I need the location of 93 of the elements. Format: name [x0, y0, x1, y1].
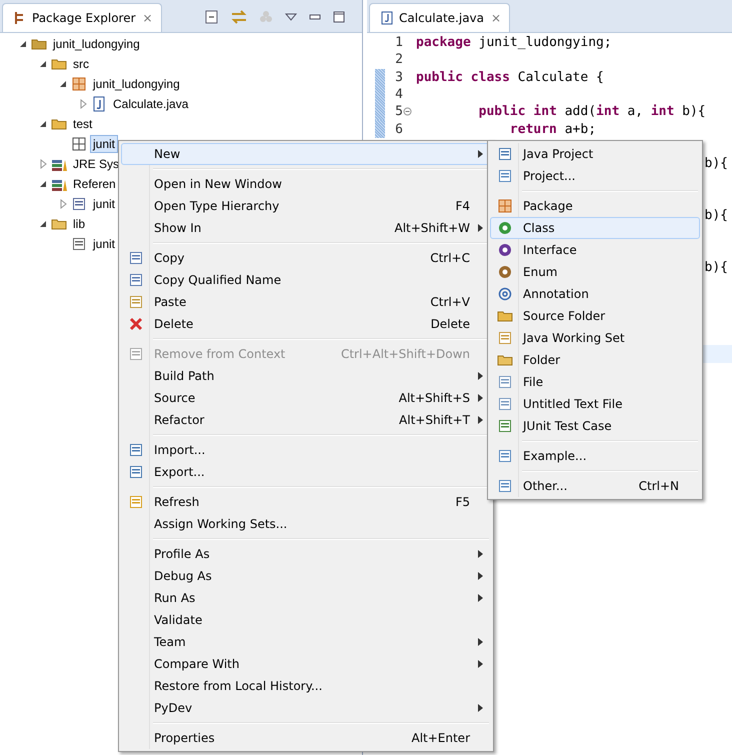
enum-icon [497, 264, 513, 280]
menu-item[interactable]: Validate [121, 609, 491, 631]
package-empty-icon [71, 136, 87, 152]
menu-item[interactable]: Run As [121, 587, 491, 609]
line-number: 1 [394, 35, 403, 50]
line-number: 6 [394, 122, 403, 137]
tree-item[interactable]: src [70, 55, 92, 73]
menu-item[interactable]: Java Project [490, 143, 700, 165]
minimize-icon[interactable] [308, 12, 322, 22]
expand-arrow-icon[interactable] [38, 159, 48, 169]
java-file-icon [91, 96, 107, 112]
text-file-icon [497, 396, 513, 412]
menu-item[interactable]: Show In Alt+Shift+W [121, 217, 491, 239]
menu-item[interactable]: Properties Alt+Enter [121, 727, 491, 749]
menu-item[interactable]: Example... [490, 445, 700, 467]
collapse-arrow-icon[interactable] [38, 119, 48, 129]
collapse-arrow-icon[interactable] [58, 79, 68, 89]
menu-item[interactable]: JUnit Test Case [490, 415, 700, 437]
interface-icon [497, 242, 513, 258]
tree-item[interactable]: junit [90, 195, 118, 213]
tree-item[interactable]: junit_ludongying [50, 35, 143, 53]
tree-item[interactable]: lib [70, 215, 88, 233]
code-line: return a+b; [508, 122, 596, 137]
code-line: public int add(int a, int b){ [478, 104, 706, 120]
menu-item[interactable]: Open in New Window [121, 173, 491, 195]
tree-item[interactable]: Referen [70, 175, 119, 193]
menu-item[interactable]: Source Alt+Shift+S [121, 387, 491, 409]
menu-item[interactable]: Copy Qualified Name [121, 269, 491, 291]
menu-item[interactable]: Java Working Set [490, 327, 700, 349]
package-icon [71, 76, 87, 92]
tree-item[interactable]: junit [90, 235, 118, 253]
menu-item[interactable]: Assign Working Sets... [121, 513, 491, 535]
expand-arrow-icon[interactable] [58, 199, 68, 209]
menu-item[interactable]: Folder [490, 349, 700, 371]
menu-item[interactable]: Annotation [490, 283, 700, 305]
menu-item[interactable]: PyDev [121, 697, 491, 719]
menu-item[interactable]: Compare With [121, 653, 491, 675]
editor-tab[interactable]: Calculate.java [399, 11, 484, 25]
close-button[interactable]: ⨯ [489, 11, 504, 25]
close-button[interactable]: ⨯ [140, 11, 155, 25]
menu-item[interactable]: Interface [490, 239, 700, 261]
menu-item[interactable]: Project... [490, 165, 700, 187]
menu-item[interactable]: Copy Ctrl+C [121, 247, 491, 269]
line-number: 5 [394, 104, 403, 120]
menu-item[interactable]: Source Folder [490, 305, 700, 327]
annotation-icon [497, 286, 513, 302]
code-line: public class Calculate { [416, 70, 604, 85]
collapse-all-icon[interactable] [204, 9, 220, 25]
menu-item[interactable]: Enum [490, 261, 700, 283]
code-fragment: b){ [704, 156, 729, 172]
menu-item[interactable]: Other... Ctrl+N [490, 475, 700, 497]
menu-item[interactable]: Refactor Alt+Shift+T [121, 409, 491, 431]
code-line: package junit_ludongying; [416, 35, 612, 50]
line-number: 3 [394, 70, 403, 85]
file-icon [497, 374, 513, 390]
expand-arrow-icon[interactable] [78, 99, 88, 109]
menu-item[interactable]: Delete Delete [121, 313, 491, 335]
menu-item[interactable]: Profile As [121, 543, 491, 565]
menu-item[interactable]: Team [121, 631, 491, 653]
menu-item[interactable]: Refresh F5 [121, 491, 491, 513]
menu-item[interactable]: Restore from Local History... [121, 675, 491, 697]
line-number: 2 [394, 52, 403, 68]
menu-item[interactable]: Untitled Text File [490, 393, 700, 415]
tree-item[interactable]: test [70, 115, 96, 133]
collapse-arrow-icon[interactable] [38, 179, 48, 189]
menu-item[interactable]: Class [490, 217, 700, 239]
view-tab[interactable]: Package Explorer [32, 11, 136, 25]
java-file-icon [380, 11, 394, 25]
collapse-arrow-icon[interactable] [38, 59, 48, 69]
tree-item[interactable]: Calculate.java [110, 95, 192, 113]
fold-icon[interactable] [403, 107, 412, 116]
menu-item[interactable]: File [490, 371, 700, 393]
code-fragment: b){ [704, 260, 729, 275]
menu-item[interactable]: Package [490, 195, 700, 217]
tree-item[interactable]: junit_ludongying [90, 75, 183, 93]
menu-item[interactable]: Paste Ctrl+V [121, 291, 491, 313]
menu-item[interactable]: Build Path [121, 365, 491, 387]
package-icon [497, 198, 513, 214]
line-number: 4 [394, 87, 403, 102]
test-file-icon [497, 418, 513, 434]
tree-item[interactable]: junit [90, 135, 118, 153]
delete-icon [128, 316, 144, 332]
tree-item[interactable]: JRE Sys [70, 155, 122, 173]
class-icon [497, 220, 513, 236]
menu-item[interactable]: Open Type Hierarchy F4 [121, 195, 491, 217]
collapse-arrow-icon[interactable] [38, 219, 48, 229]
collapse-arrow-icon[interactable] [18, 39, 28, 49]
menu-item[interactable]: Export... [121, 461, 491, 483]
view-menu-icon[interactable] [284, 12, 298, 22]
menu-item[interactable]: Debug As [121, 565, 491, 587]
code-fragment: b){ [704, 208, 729, 224]
maximize-icon[interactable] [332, 10, 346, 24]
menu-item[interactable]: Import... [121, 439, 491, 461]
